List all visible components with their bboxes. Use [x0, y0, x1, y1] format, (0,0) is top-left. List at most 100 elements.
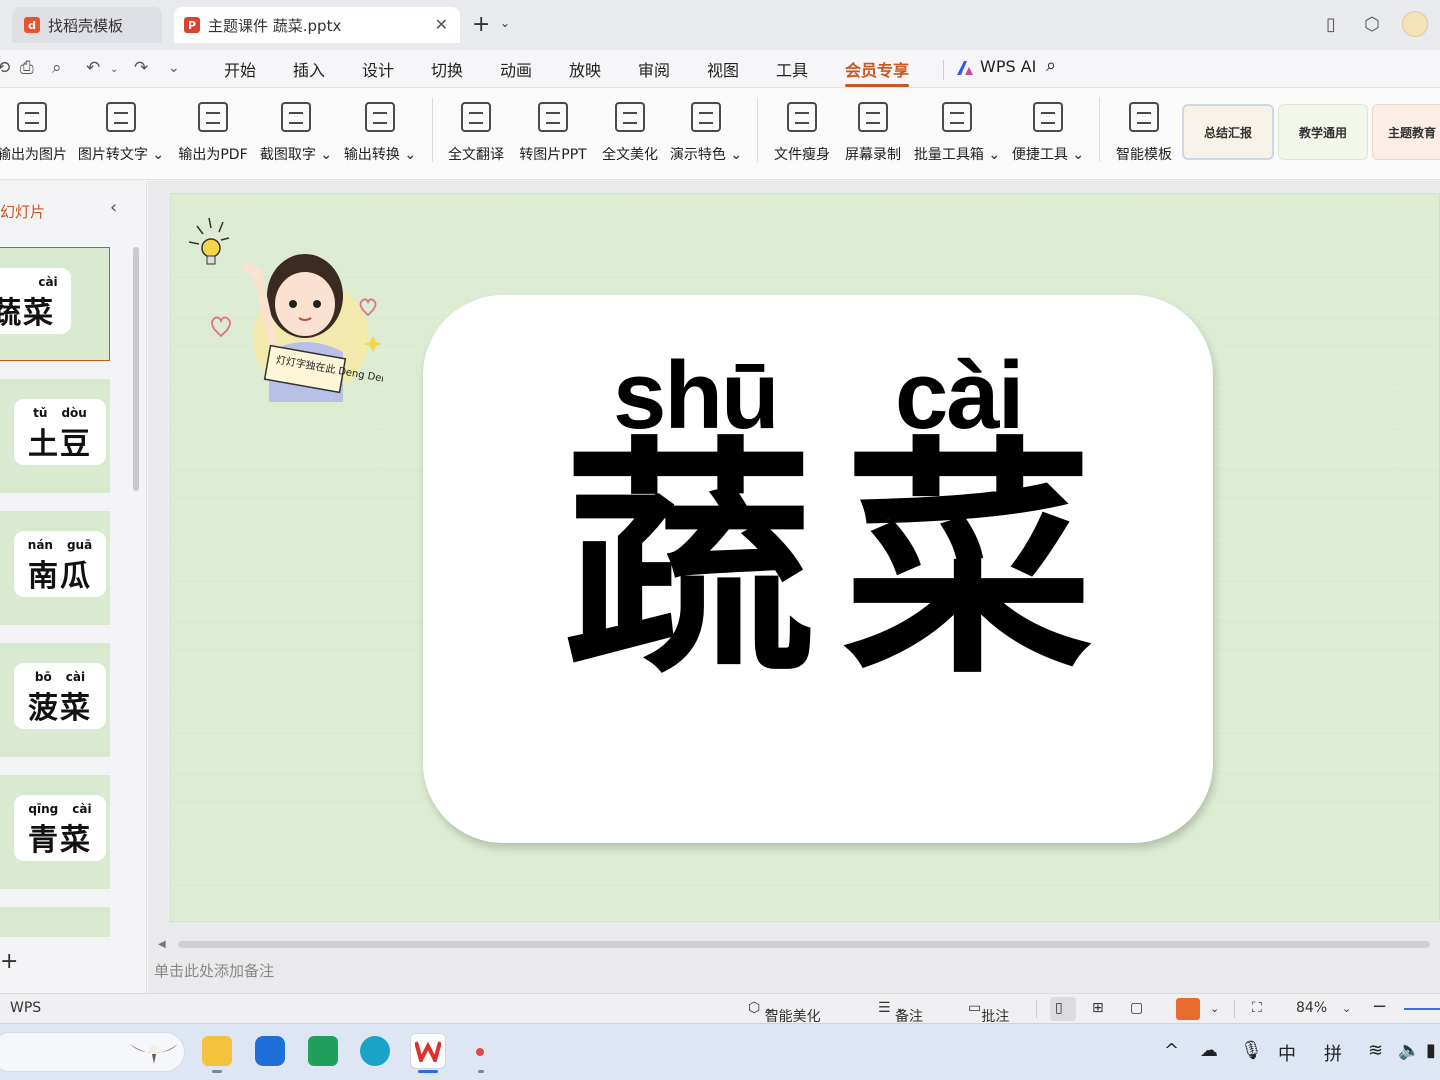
more-chevron-icon[interactable]: ⌄ — [168, 60, 180, 76]
girl-sticker-image: 灯灯字独在此 Deng Deng — [188, 217, 383, 402]
panel-scrollbar[interactable] — [133, 247, 139, 491]
active-app-indicator — [418, 1070, 438, 1073]
template-card[interactable]: 主题教育 — [1372, 104, 1440, 160]
layout-icon[interactable]: ▯ — [1326, 14, 1336, 35]
slideshow-play-button[interactable] — [1176, 998, 1200, 1020]
running-indicator — [212, 1070, 222, 1073]
hanzi-text[interactable]: 蔬 — [563, 435, 813, 685]
output-convert-button[interactable]: 输出转换 ⌄ — [344, 98, 416, 170]
zoom-slider[interactable] — [1404, 1008, 1440, 1010]
fit-window-icon[interactable]: ⛶ — [1252, 1000, 1262, 1016]
search-icon[interactable]: ⌕ — [1046, 55, 1056, 76]
store-icon[interactable] — [308, 1036, 338, 1066]
redo-icon[interactable]: ↷ — [134, 58, 148, 78]
slide-thumbnail[interactable]: tǔ dòu 土豆 — [0, 379, 110, 493]
ribbon-label: 屏幕录制 — [845, 147, 901, 163]
export-pdf-button[interactable]: 输出为PDF — [176, 98, 250, 170]
ime-mode[interactable]: 拼 — [1324, 1040, 1342, 1066]
translate-button[interactable]: 全文翻译 — [446, 98, 506, 170]
battery-icon[interactable]: ▮ — [1426, 1040, 1436, 1061]
undo-dropdown-icon[interactable]: ⌄ — [110, 64, 118, 75]
grid-view-icon[interactable]: ⊞ — [1092, 1000, 1104, 1016]
beautify-all-button[interactable]: 全文美化 — [600, 98, 660, 170]
hanzi-text[interactable]: 菜 — [843, 435, 1093, 685]
slide-thumbnail[interactable]: cài 蔬菜 — [0, 247, 110, 361]
cloud-icon[interactable]: ☁ — [1200, 1040, 1218, 1061]
normal-view-button[interactable] — [1050, 997, 1076, 1021]
comment-button[interactable]: ▭ 批注 — [968, 1000, 1009, 1025]
quick-tools-icon — [1033, 102, 1063, 132]
ocr-icon — [281, 102, 311, 132]
tab-presentation[interactable]: P 主题课件 蔬菜.pptx ✕ — [174, 7, 460, 43]
ribbon-divider — [432, 98, 433, 162]
screen-record-button[interactable]: 屏幕录制 — [843, 98, 903, 170]
slide-thumbnail[interactable]: bō cài 菠菜 — [0, 643, 110, 757]
security-app-icon[interactable] — [255, 1036, 285, 1066]
menu-tools[interactable]: 工具 — [776, 57, 808, 81]
edge-browser-icon[interactable] — [360, 1036, 390, 1066]
menu-design[interactable]: 设计 — [362, 57, 394, 81]
smart-beautify-button[interactable]: ⬡ 智能美化 ⌄ — [748, 1000, 821, 1025]
export-image-button[interactable]: 输出为图片 — [0, 98, 68, 170]
menu-insert[interactable]: 插入 — [293, 57, 325, 81]
cube-icon[interactable]: ⬡ — [1364, 14, 1380, 35]
menu-animation[interactable]: 动画 — [500, 57, 532, 81]
scroll-left-icon[interactable]: ◀ — [158, 939, 166, 950]
chevron-down-icon[interactable]: ⌄ — [500, 16, 510, 30]
recording-icon[interactable] — [476, 1048, 484, 1056]
collapse-left-icon[interactable]: ‹ — [110, 197, 117, 218]
slide[interactable]: 灯灯字独在此 Deng Deng shū cài 蔬 菜 — [170, 193, 1440, 922]
menu-home[interactable]: 开始 — [224, 57, 256, 81]
chevron-down-icon[interactable]: ⌄ — [1210, 1002, 1219, 1015]
zoom-out-icon[interactable]: − — [1372, 996, 1387, 1017]
menu-slideshow[interactable]: 放映 — [569, 57, 601, 81]
notes-placeholder[interactable]: 单击此处添加备注 — [154, 960, 274, 981]
menu-member[interactable]: 会员专享 — [845, 57, 910, 87]
ribbon-label: 文件瘦身 — [774, 147, 830, 163]
zoom-dropdown-icon[interactable]: ⌄ — [1342, 1002, 1351, 1015]
avatar[interactable] — [1402, 11, 1428, 37]
add-slide-icon[interactable]: + — [0, 949, 18, 974]
slide-thumbnail[interactable]: nán guā 南瓜 — [0, 511, 110, 625]
undo-partial-icon[interactable]: ⟲ — [0, 58, 10, 78]
presentation-features-button[interactable]: 演示特色 ⌄ — [670, 98, 742, 170]
running-indicator — [478, 1070, 484, 1073]
thumb-card: cài 蔬菜 — [0, 268, 71, 334]
batch-toolbox-button[interactable]: 批量工具箱 ⌄ — [914, 98, 1000, 170]
notes-button[interactable]: ☰ 备注 ⌄ — [878, 1000, 923, 1025]
slide-thumbnail[interactable]: qīng cài 青菜 — [0, 775, 110, 889]
ribbon-label: 输出为PDF — [178, 147, 248, 163]
quick-tools-button[interactable]: 便捷工具 ⌄ — [1012, 98, 1084, 170]
template-card[interactable]: 总结汇报 — [1182, 104, 1274, 160]
undo-icon[interactable]: ↶ — [86, 58, 100, 78]
ime-language[interactable]: 中 — [1278, 1040, 1296, 1066]
template-card[interactable]: 教学通用 — [1278, 104, 1368, 160]
menu-view[interactable]: 视图 — [707, 57, 739, 81]
new-tab-icon[interactable]: + — [472, 12, 490, 37]
to-image-ppt-button[interactable]: 转图片PPT — [516, 98, 590, 170]
reading-view-icon[interactable]: ▢ — [1130, 1000, 1143, 1016]
microphone-icon[interactable]: 🎙 — [1240, 1040, 1263, 1061]
wps-ai-button[interactable]: WPS AI — [980, 57, 1036, 76]
smart-template-button[interactable]: 智能模板 — [1114, 98, 1174, 170]
presentation-star-icon — [691, 102, 721, 132]
tab-docer[interactable]: d 找稻壳模板 — [12, 7, 162, 43]
screenshot-ocr-button[interactable]: 截图取字 ⌄ — [260, 98, 332, 170]
file-slim-button[interactable]: 文件瘦身 — [772, 98, 832, 170]
zoom-level[interactable]: 84% — [1296, 1000, 1327, 1016]
horizontal-scrollbar[interactable] — [178, 941, 1430, 948]
word-card[interactable]: shū cài 蔬 菜 — [423, 295, 1213, 843]
image-to-text-button[interactable]: 图片转文字 ⌄ — [78, 98, 164, 170]
wifi-icon[interactable]: ≋ — [1368, 1040, 1383, 1061]
thumb-card: tǔ dòu 土豆 — [14, 399, 106, 465]
wps-logo-icon — [415, 1041, 441, 1062]
print-icon[interactable]: ⎙ — [20, 58, 34, 78]
menu-review[interactable]: 审阅 — [638, 57, 670, 81]
slide-thumbnail[interactable] — [0, 907, 110, 937]
print-preview-icon[interactable]: ⌕ — [52, 58, 62, 78]
file-explorer-icon[interactable] — [202, 1036, 232, 1066]
volume-icon[interactable]: 🔈 — [1398, 1040, 1420, 1061]
menu-transition[interactable]: 切换 — [431, 57, 463, 81]
close-icon[interactable]: ✕ — [435, 15, 448, 34]
tray-expand-icon[interactable]: ^ — [1164, 1040, 1179, 1061]
